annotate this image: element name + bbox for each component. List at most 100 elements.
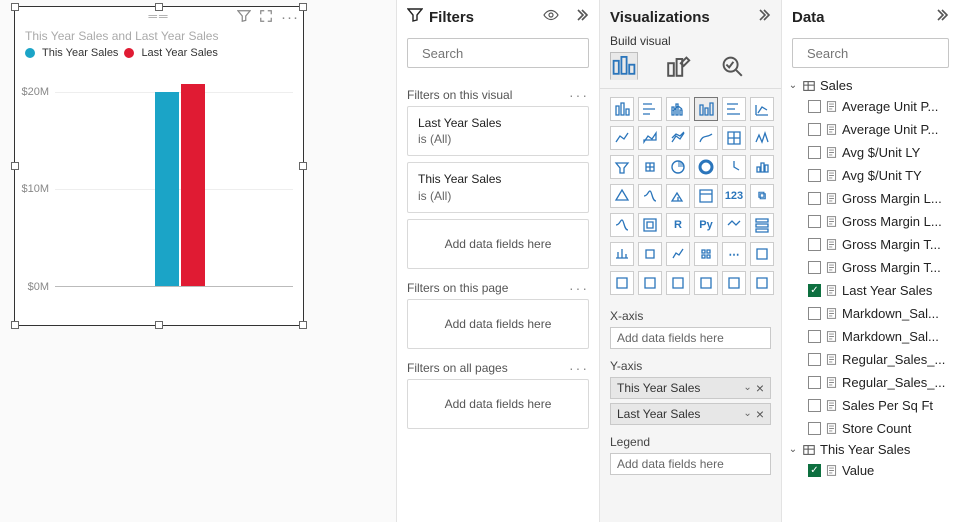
field-checkbox[interactable]	[808, 238, 821, 251]
viz-type-option[interactable]	[694, 184, 718, 208]
viz-type-option[interactable]: ⧉	[750, 184, 774, 208]
field-checkbox[interactable]	[808, 123, 821, 136]
yaxis-field[interactable]: This Year Sales ⌄ ×	[610, 377, 771, 399]
tab-analytics[interactable]	[718, 52, 746, 80]
viz-type-option[interactable]	[694, 97, 718, 121]
field-checkbox[interactable]	[808, 464, 821, 477]
field-checkbox[interactable]	[808, 261, 821, 274]
chevron-down-icon[interactable]: ⌄	[743, 378, 751, 398]
resize-handle[interactable]	[11, 321, 19, 329]
viz-type-option[interactable]	[610, 184, 634, 208]
tab-build-visual[interactable]	[610, 52, 638, 80]
viz-type-option[interactable]: ⋯	[722, 242, 746, 266]
remove-field-icon[interactable]: ×	[756, 378, 764, 398]
viz-type-option[interactable]	[666, 97, 690, 121]
viz-type-option[interactable]	[722, 97, 746, 121]
field-checkbox[interactable]	[808, 376, 821, 389]
resize-handle[interactable]	[299, 3, 307, 11]
field-checkbox[interactable]	[808, 100, 821, 113]
viz-type-option[interactable]	[750, 213, 774, 237]
focus-mode-icon[interactable]	[259, 9, 273, 26]
viz-type-option[interactable]: Py	[694, 213, 718, 237]
data-field-row[interactable]: Store Count	[788, 417, 953, 440]
bar-last-year[interactable]	[181, 84, 205, 286]
more-options-icon[interactable]: ···	[281, 10, 299, 25]
viz-type-option[interactable]	[610, 126, 634, 150]
data-field-row[interactable]: Average Unit P...	[788, 118, 953, 141]
viz-type-option[interactable]: 123	[722, 184, 746, 208]
viz-type-option[interactable]	[694, 271, 718, 295]
viz-type-option[interactable]	[638, 97, 662, 121]
viz-type-option[interactable]	[694, 126, 718, 150]
tab-format-visual[interactable]	[664, 52, 692, 80]
data-field-row[interactable]: Gross Margin T...	[788, 256, 953, 279]
section-more-icon[interactable]: ···	[569, 88, 589, 102]
chevron-down-icon[interactable]: ⌄	[743, 404, 751, 424]
section-more-icon[interactable]: ···	[569, 361, 589, 375]
eye-icon[interactable]	[543, 7, 559, 27]
data-field-row[interactable]: Last Year Sales	[788, 279, 953, 302]
viz-type-option[interactable]	[750, 242, 774, 266]
field-checkbox[interactable]	[808, 192, 821, 205]
viz-type-option[interactable]	[610, 213, 634, 237]
data-field-row[interactable]: Gross Margin L...	[788, 210, 953, 233]
filter-dropzone[interactable]: Add data fields here	[407, 299, 589, 349]
data-field-row[interactable]: Regular_Sales_...	[788, 348, 953, 371]
yaxis-field[interactable]: Last Year Sales ⌄ ×	[610, 403, 771, 425]
field-checkbox[interactable]	[808, 146, 821, 159]
filter-icon[interactable]	[237, 9, 251, 26]
filter-dropzone[interactable]: Add data fields here	[407, 379, 589, 429]
viz-type-option[interactable]	[666, 271, 690, 295]
xaxis-dropzone[interactable]: Add data fields here	[610, 327, 771, 349]
field-checkbox[interactable]	[808, 422, 821, 435]
resize-handle[interactable]	[155, 321, 163, 329]
resize-handle[interactable]	[155, 3, 163, 11]
viz-type-option[interactable]	[750, 126, 774, 150]
bar-this-year[interactable]	[155, 92, 179, 286]
viz-type-option[interactable]	[722, 213, 746, 237]
viz-type-option[interactable]	[666, 184, 690, 208]
viz-type-option[interactable]	[750, 97, 774, 121]
data-field-row[interactable]: Gross Margin T...	[788, 233, 953, 256]
field-checkbox[interactable]	[808, 399, 821, 412]
data-field-row[interactable]: Regular_Sales_...	[788, 371, 953, 394]
field-checkbox[interactable]	[808, 284, 821, 297]
chart-visual-frame[interactable]: ══ ··· This Year Sales and Last Year Sal…	[14, 6, 304, 326]
filter-card[interactable]: Last Year Sales is (All)	[407, 106, 589, 156]
data-field-row[interactable]: Markdown_Sal...	[788, 302, 953, 325]
viz-type-option[interactable]	[610, 97, 634, 121]
filters-search[interactable]	[407, 38, 589, 68]
viz-type-option[interactable]	[722, 126, 746, 150]
data-search-input[interactable]	[805, 45, 959, 62]
filter-dropzone[interactable]: Add data fields here	[407, 219, 589, 269]
resize-handle[interactable]	[11, 162, 19, 170]
data-field-row[interactable]: Avg $/Unit TY	[788, 164, 953, 187]
viz-type-option[interactable]	[722, 155, 746, 179]
data-field-row[interactable]: Sales Per Sq Ft	[788, 394, 953, 417]
viz-type-option[interactable]	[666, 155, 690, 179]
filter-card[interactable]: This Year Sales is (All)	[407, 162, 589, 212]
field-checkbox[interactable]	[808, 330, 821, 343]
viz-type-option[interactable]	[638, 213, 662, 237]
viz-type-option[interactable]	[694, 155, 718, 179]
data-field-row[interactable]: Value	[788, 459, 953, 482]
viz-type-option[interactable]: R	[666, 213, 690, 237]
field-checkbox[interactable]	[808, 307, 821, 320]
field-checkbox[interactable]	[808, 215, 821, 228]
resize-handle[interactable]	[11, 3, 19, 11]
resize-handle[interactable]	[299, 321, 307, 329]
collapse-pane-icon[interactable]	[933, 7, 949, 27]
viz-type-option[interactable]	[610, 155, 634, 179]
data-field-row[interactable]: Gross Margin L...	[788, 187, 953, 210]
collapse-pane-icon[interactable]	[573, 7, 589, 27]
data-field-row[interactable]: Average Unit P...	[788, 95, 953, 118]
viz-type-option[interactable]	[722, 271, 746, 295]
data-field-row[interactable]: Markdown_Sal...	[788, 325, 953, 348]
viz-type-option[interactable]	[638, 242, 662, 266]
viz-type-option[interactable]	[750, 271, 774, 295]
section-more-icon[interactable]: ···	[569, 281, 589, 295]
viz-type-option[interactable]	[638, 184, 662, 208]
data-field-row[interactable]: Avg $/Unit LY	[788, 141, 953, 164]
viz-type-option[interactable]	[666, 242, 690, 266]
viz-type-option[interactable]	[610, 271, 634, 295]
